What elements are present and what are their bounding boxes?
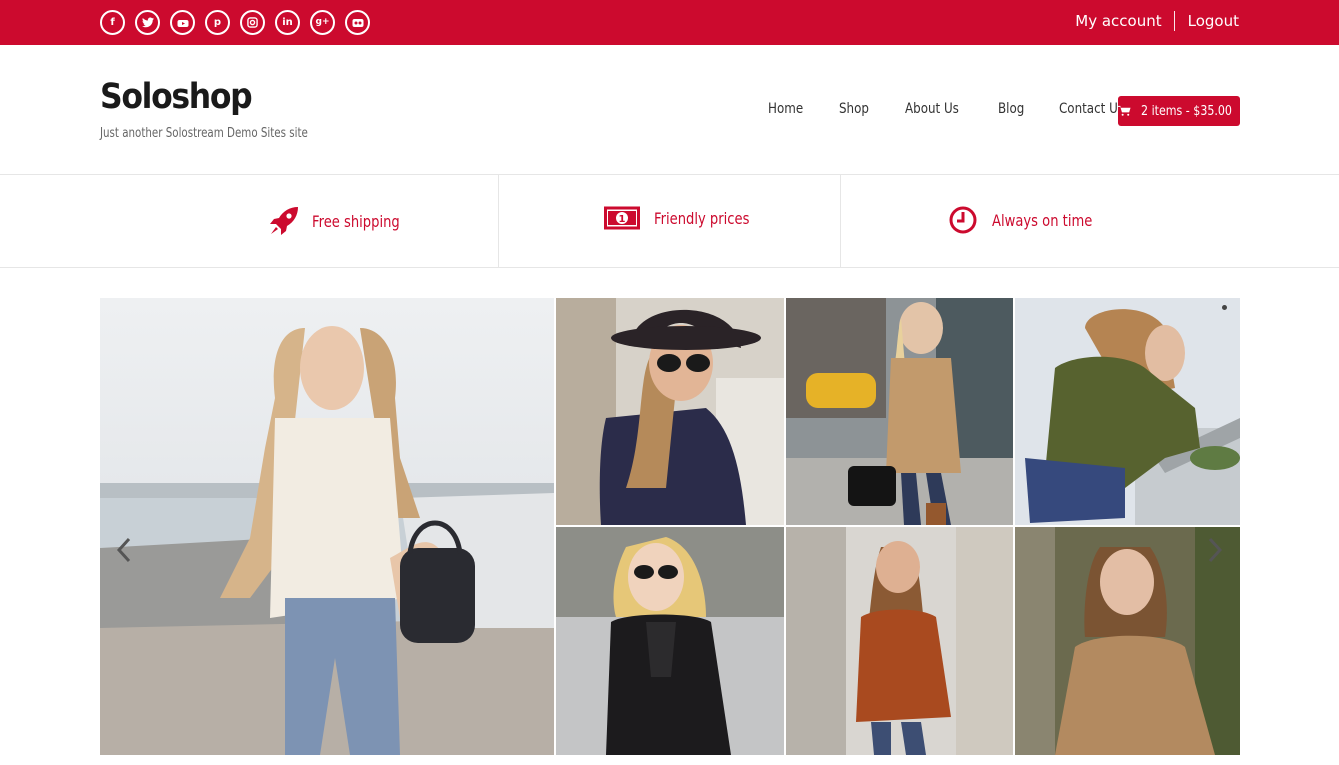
- nav-item-home[interactable]: Home: [768, 101, 803, 117]
- logout-link[interactable]: Logout: [1188, 12, 1239, 30]
- rocket-icon: [270, 207, 298, 235]
- feature-label: Always on time: [992, 210, 1093, 230]
- clock-icon: [949, 206, 977, 234]
- pinterest-icon[interactable]: p: [205, 10, 230, 35]
- svg-text:1: 1: [619, 214, 626, 225]
- chevron-right-icon[interactable]: [1205, 535, 1225, 565]
- flickr-icon[interactable]: [345, 10, 370, 35]
- feature-divider: [498, 175, 499, 267]
- woman-black-hat-photo[interactable]: [556, 298, 784, 525]
- cart-label: 2 items - $35.00: [1141, 103, 1232, 119]
- account-links: My account Logout: [1075, 11, 1239, 31]
- youtube-icon[interactable]: [170, 10, 195, 35]
- site-tagline: Just another Solostream Demo Sites site: [100, 126, 308, 141]
- social-links: f p in g+: [100, 10, 370, 35]
- nav-item-blog[interactable]: Blog: [998, 101, 1024, 117]
- feature-free-shipping: Free shipping: [268, 205, 419, 237]
- feature-label: Free shipping: [312, 211, 400, 231]
- my-account-link[interactable]: My account: [1075, 12, 1161, 30]
- woman-rust-jacket-photo[interactable]: [786, 527, 1013, 755]
- main-nav: Home Shop About Us Blog Contact Us: [768, 101, 1165, 117]
- money-icon: 1: [604, 206, 640, 230]
- woman-green-jacket-photo[interactable]: [1015, 298, 1240, 525]
- nav-item-shop[interactable]: Shop: [839, 101, 869, 117]
- nav-item-contact-us[interactable]: Contact Us: [1059, 101, 1124, 117]
- account-divider: [1173, 11, 1175, 31]
- nav-item-about-us[interactable]: About Us: [905, 101, 959, 117]
- twitter-icon[interactable]: [135, 10, 160, 35]
- hero-gallery: [100, 298, 1240, 755]
- woman-leather-jacket-photo[interactable]: [556, 527, 784, 755]
- linkedin-icon[interactable]: in: [275, 10, 300, 35]
- cart-button[interactable]: 2 items - $35.00: [1118, 96, 1240, 126]
- top-bar: f p in g+ My account Logout: [0, 0, 1339, 45]
- feature-always-on-time: Always on time: [948, 205, 1114, 235]
- google-plus-icon[interactable]: g+: [310, 10, 335, 35]
- chevron-left-icon[interactable]: [114, 535, 134, 565]
- woman-camel-coat-photo[interactable]: [786, 298, 1013, 525]
- cart-icon: [1118, 105, 1131, 116]
- woman-lace-top-photo[interactable]: [100, 298, 554, 755]
- instagram-icon[interactable]: [240, 10, 265, 35]
- feature-label: Friendly prices: [654, 208, 750, 228]
- site-branding: Soloshop Just another Solostream Demo Si…: [100, 76, 336, 141]
- feature-divider: [840, 175, 841, 267]
- facebook-icon[interactable]: f: [100, 10, 125, 35]
- slider-dot[interactable]: [1222, 305, 1227, 310]
- feature-friendly-prices: 1 Friendly prices: [604, 205, 770, 231]
- site-title[interactable]: Soloshop: [100, 76, 313, 118]
- features-bar: Free shipping 1 Friendly prices Always o…: [0, 174, 1339, 268]
